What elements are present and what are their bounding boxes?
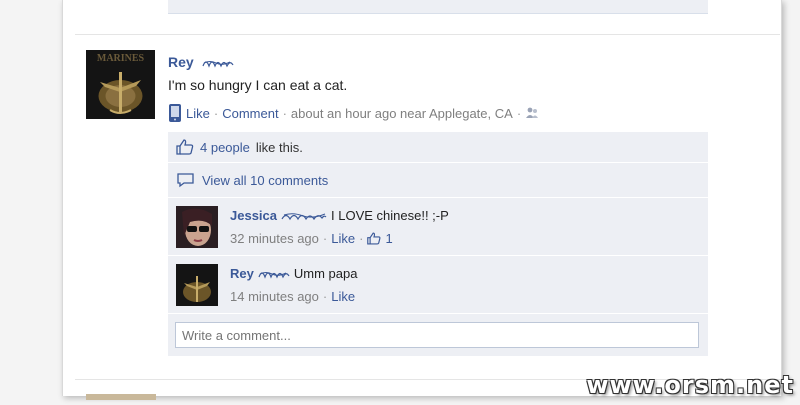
marines-emblem-icon (176, 264, 218, 306)
redacted-surname-scribble-icon (281, 212, 327, 220)
separator-dot: · (359, 231, 364, 246)
comment-input[interactable] (175, 322, 699, 348)
comment-text: I LOVE chinese!! ;-P (331, 208, 449, 223)
post-author-avatar[interactable]: MARINES (86, 50, 155, 119)
post-text: I'm so hungry I can eat a cat. (168, 77, 348, 93)
friends-privacy-icon[interactable] (525, 107, 539, 119)
next-story-avatar-edge (86, 394, 156, 400)
comment-like-count[interactable]: 1 (385, 231, 392, 246)
separator-dot: · (322, 289, 328, 304)
comment-like-link[interactable]: Like (331, 289, 355, 304)
redacted-surname-scribble-icon (202, 60, 234, 68)
avatar-caption: MARINES (97, 53, 145, 64)
comment-author-name[interactable]: Rey (230, 266, 254, 281)
post-timestamp-location[interactable]: about an hour ago near Applegate, CA (291, 106, 513, 121)
separator-dot: · (213, 105, 219, 121)
comment-meta: 32 minutes ago · Like · 1 (230, 231, 393, 246)
comment-meta: 14 minutes ago · Like (230, 289, 355, 304)
separator-dot: · (322, 231, 328, 246)
mobile-phone-icon (169, 104, 181, 122)
likes-sentence-row: 4 people like this. (168, 132, 708, 163)
separator-dot: · (516, 105, 522, 121)
watermark-text: www.orsm.net (586, 371, 794, 399)
comment-item: Rey Umm papa 14 minutes ago · Like (168, 256, 708, 314)
comment-timestamp[interactable]: 14 minutes ago (230, 289, 319, 304)
commenter-avatar[interactable] (176, 264, 218, 306)
post-author-name[interactable]: Rey (168, 54, 234, 72)
post-like-link[interactable]: Like (186, 106, 210, 121)
add-comment-row (168, 314, 708, 357)
comment-item: Jessica I LOVE chinese!! ;-P 32 minutes … (168, 198, 708, 256)
story-divider (75, 34, 780, 35)
view-all-comments-row[interactable]: View all 10 comments (168, 163, 708, 198)
comment-bubble-icon (177, 173, 194, 188)
comment-like-link[interactable]: Like (331, 231, 355, 246)
thumbs-up-icon (176, 139, 194, 155)
marines-emblem-icon: MARINES (86, 50, 155, 119)
post-comment-link[interactable]: Comment (222, 106, 278, 121)
comment-text: Umm papa (293, 266, 358, 281)
separator-dot: · (282, 105, 287, 121)
comment-timestamp[interactable]: 32 minutes ago (230, 231, 319, 246)
previous-post-comment-box (168, 0, 708, 14)
comment-header: Jessica I LOVE chinese!! ;-P (230, 208, 449, 223)
view-all-comments-link[interactable]: View all 10 comments (202, 173, 328, 188)
redacted-surname-scribble-icon (258, 271, 290, 279)
thumbs-up-icon (367, 232, 381, 245)
post-action-bar: Like · Comment · about an hour ago near … (168, 103, 539, 123)
likes-count-link[interactable]: 4 people (200, 140, 250, 155)
commenter-photo-icon (176, 206, 218, 248)
commenter-avatar[interactable] (176, 206, 218, 248)
comment-header: Rey Umm papa (230, 266, 357, 281)
comment-author-name[interactable]: Jessica (230, 208, 277, 223)
likes-suffix-text: like this. (255, 139, 303, 155)
